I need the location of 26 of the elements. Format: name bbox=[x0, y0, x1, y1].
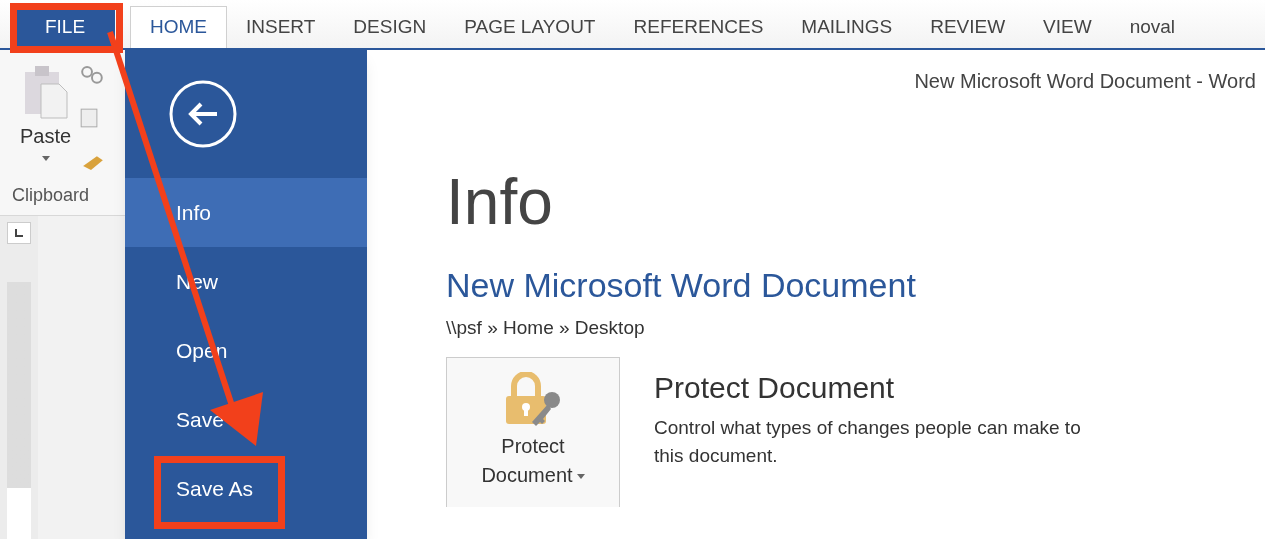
window-title: New Microsoft Word Document - Word bbox=[914, 69, 1256, 94]
page-heading: Info bbox=[446, 170, 553, 234]
back-button[interactable] bbox=[169, 80, 237, 148]
section-heading: Protect Document bbox=[654, 369, 895, 406]
ribbon-tab[interactable]: noval bbox=[1110, 6, 1195, 48]
backstage-menu-item[interactable]: Save bbox=[125, 385, 367, 454]
document-path: \\psf » Home » Desktop bbox=[446, 316, 645, 340]
ribbon-tab[interactable]: VIEW bbox=[1024, 6, 1111, 48]
caret-icon bbox=[576, 473, 585, 479]
ribbon-tab[interactable]: REVIEW bbox=[911, 6, 1025, 48]
ribbon-tab[interactable]: MAILINGS bbox=[782, 6, 912, 48]
ribbon-tab[interactable]: PAGE LAYOUT bbox=[445, 6, 615, 48]
backstage-menu-item[interactable]: Info bbox=[125, 178, 367, 247]
clipboard-tools-icon bbox=[79, 64, 104, 172]
tab-stop-icon bbox=[15, 229, 23, 237]
ribbon-tab[interactable]: DESIGN bbox=[334, 6, 446, 48]
caret-icon[interactable] bbox=[41, 156, 50, 161]
protect-document-button[interactable]: Protect Document bbox=[446, 356, 620, 507]
tab-stop-selector[interactable] bbox=[7, 222, 31, 244]
ribbon-tab[interactable]: HOME bbox=[130, 6, 227, 48]
ribbon-tab[interactable]: REFERENCES bbox=[614, 6, 783, 48]
document-title: New Microsoft Word Document bbox=[446, 268, 916, 302]
group-label: Clipboard bbox=[12, 185, 90, 205]
ribbon-tab[interactable]: INSERT bbox=[227, 6, 335, 48]
paste-label[interactable]: Paste bbox=[20, 126, 72, 146]
section-description: Control what types of changes people can make to this document. bbox=[654, 415, 1082, 468]
